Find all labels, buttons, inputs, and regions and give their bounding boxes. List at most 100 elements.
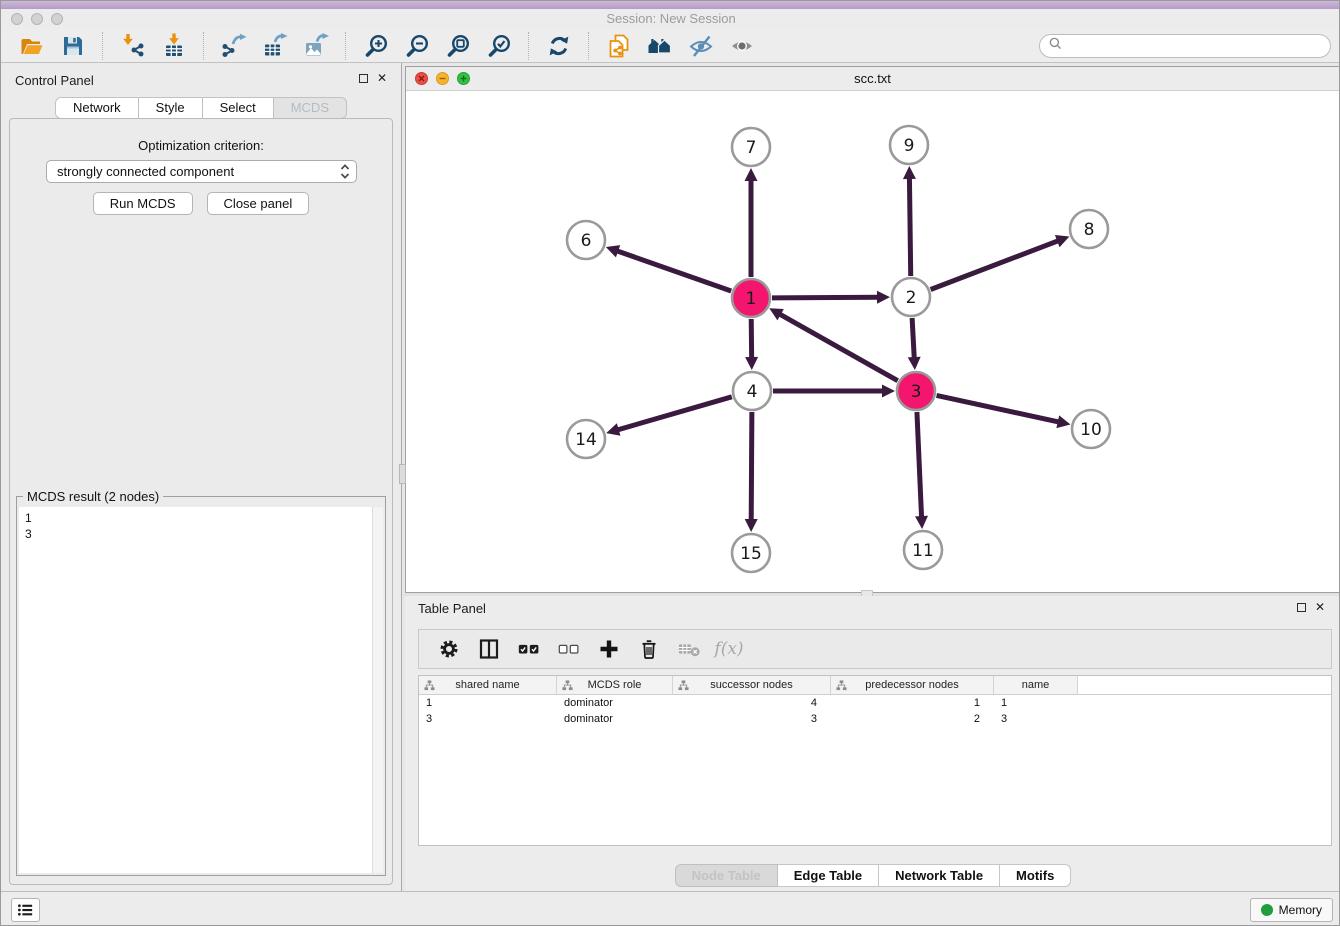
column-header-name[interactable]: name <box>994 676 1078 694</box>
network-canvas[interactable]: 7968124314101511 <box>406 91 1339 592</box>
tab-style[interactable]: Style <box>139 97 203 119</box>
graph-edge-4-14[interactable] <box>617 397 732 430</box>
float-table-panel-icon[interactable] <box>1297 603 1306 612</box>
tab-network-table[interactable]: Network Table <box>879 864 1000 887</box>
tab-select[interactable]: Select <box>203 97 274 119</box>
close-table-panel-icon[interactable]: ✕ <box>1315 602 1325 613</box>
table-cell[interactable]: 4 <box>673 695 831 711</box>
column-header-label: name <box>994 679 1077 691</box>
memory-button[interactable]: Memory <box>1250 898 1333 922</box>
save-session-icon[interactable] <box>59 32 86 59</box>
column-header-predecessor-nodes[interactable]: predecessor nodes <box>831 676 994 694</box>
table-cell[interactable]: dominator <box>557 711 673 727</box>
table-row[interactable]: 3dominator323 <box>419 711 1331 727</box>
graph-node-label-3: 3 <box>911 382 922 402</box>
column-header-shared-name[interactable]: shared name <box>419 676 557 694</box>
task-history-button[interactable] <box>11 898 40 922</box>
graph-node-label-6: 6 <box>581 231 592 251</box>
tab-edge-table[interactable]: Edge Table <box>778 864 879 887</box>
export-network-icon[interactable] <box>220 32 247 59</box>
export-table-icon[interactable] <box>261 32 288 59</box>
memory-status-dot <box>1261 904 1273 916</box>
graph-edge-arrowhead <box>877 291 890 304</box>
dropdown-value: strongly connected component <box>57 164 234 179</box>
graph-edge-arrowhead <box>606 245 620 257</box>
run-mcds-button[interactable]: Run MCDS <box>93 192 193 215</box>
main-toolbar <box>1 29 1340 63</box>
select-all-columns-icon[interactable] <box>517 637 541 661</box>
column-layout-icon[interactable] <box>477 637 501 661</box>
open-session-icon[interactable] <box>18 32 45 59</box>
graph-edge-2-3[interactable] <box>912 318 914 359</box>
table-cell[interactable]: 1 <box>419 695 557 711</box>
graph-edge-arrowhead <box>882 385 895 398</box>
table-panel-title: Table Panel <box>418 601 486 616</box>
hierarchy-icon <box>424 680 435 694</box>
vertical-splitter-grip[interactable] <box>399 464 406 484</box>
table-toolbar: f(x) <box>418 629 1332 669</box>
tab-motifs[interactable]: Motifs <box>1000 864 1071 887</box>
graph-node-label-9: 9 <box>904 136 915 156</box>
window-top-accent <box>1 1 1340 9</box>
delete-column-icon[interactable] <box>637 637 661 661</box>
graph-edge-2-8[interactable] <box>931 240 1059 289</box>
import-network-icon[interactable] <box>119 32 146 59</box>
graph-edge-1-2[interactable] <box>772 297 879 298</box>
close-panel-icon[interactable]: ✕ <box>377 73 387 84</box>
table-cell[interactable]: 2 <box>831 711 994 727</box>
column-header-successor-nodes[interactable]: successor nodes <box>673 676 831 694</box>
graph-edge-arrowhead <box>606 423 620 435</box>
control-panel: Control Panel ✕ NetworkStyleSelectMCDS O… <box>1 63 402 891</box>
float-panel-icon[interactable] <box>359 74 368 83</box>
graph-edge-arrowhead <box>745 357 758 370</box>
mcds-result-text[interactable]: 1 3 <box>19 507 383 873</box>
column-header-MCDS-role[interactable]: MCDS role <box>557 676 673 694</box>
graph-node-label-1: 1 <box>746 289 757 309</box>
deselect-all-columns-icon[interactable] <box>557 637 581 661</box>
table-cell[interactable]: 1 <box>831 695 994 711</box>
search-input[interactable] <box>1063 37 1330 55</box>
zoom-selected-icon[interactable] <box>485 32 512 59</box>
graph-edge-4-15[interactable] <box>751 412 752 521</box>
table-cell[interactable]: 1 <box>994 695 1078 711</box>
delete-table-icon <box>677 637 701 661</box>
application-window: Session: New Session Control Panel ✕ Net… <box>0 0 1340 926</box>
table-panel: Table Panel ✕ f(x) shared nameMCDS roles… <box>405 596 1340 891</box>
column-header-label: shared name <box>419 679 556 691</box>
table-settings-icon[interactable] <box>437 637 461 661</box>
table-cell[interactable]: 3 <box>419 711 557 727</box>
graph-edge-3-10[interactable] <box>937 395 1060 422</box>
search-icon <box>1048 36 1063 56</box>
tab-node-table[interactable]: Node Table <box>675 864 778 887</box>
zoom-out-icon[interactable] <box>403 32 430 59</box>
close-panel-button[interactable]: Close panel <box>207 192 310 215</box>
show-all-icon <box>728 32 755 59</box>
add-column-icon[interactable] <box>597 637 621 661</box>
search-field[interactable] <box>1039 34 1331 58</box>
hide-selected-icon[interactable] <box>687 32 714 59</box>
table-cell[interactable]: dominator <box>557 695 673 711</box>
first-neighbors-icon[interactable] <box>646 32 673 59</box>
graph-edge-arrowhead <box>908 357 921 370</box>
toolbar-separator <box>345 32 346 60</box>
tab-network[interactable]: Network <box>55 97 139 119</box>
graph-edge-2-9[interactable] <box>909 177 910 276</box>
table-row[interactable]: 1dominator411 <box>419 695 1331 711</box>
network-window-titlebar: scc.txt <box>406 67 1339 91</box>
optimization-criterion-dropdown[interactable]: strongly connected component <box>46 160 357 183</box>
zoom-in-icon[interactable] <box>362 32 389 59</box>
graph-edge-arrowhead <box>915 516 928 529</box>
result-scrollbar[interactable] <box>372 507 383 873</box>
table-cell[interactable]: 3 <box>673 711 831 727</box>
tab-mcds[interactable]: MCDS <box>274 97 347 119</box>
export-image-icon[interactable] <box>302 32 329 59</box>
table-cell[interactable]: 3 <box>994 711 1078 727</box>
apply-layout-icon[interactable] <box>545 32 572 59</box>
network-view-window: scc.txt 7968124314101511 <box>405 66 1340 593</box>
import-table-icon[interactable] <box>160 32 187 59</box>
graph-edge-1-6[interactable] <box>616 251 731 291</box>
graph-edge-3-11[interactable] <box>917 412 922 518</box>
graph-edge-3-1[interactable] <box>779 314 898 381</box>
zoom-fit-icon[interactable] <box>444 32 471 59</box>
clone-network-icon[interactable] <box>605 32 632 59</box>
